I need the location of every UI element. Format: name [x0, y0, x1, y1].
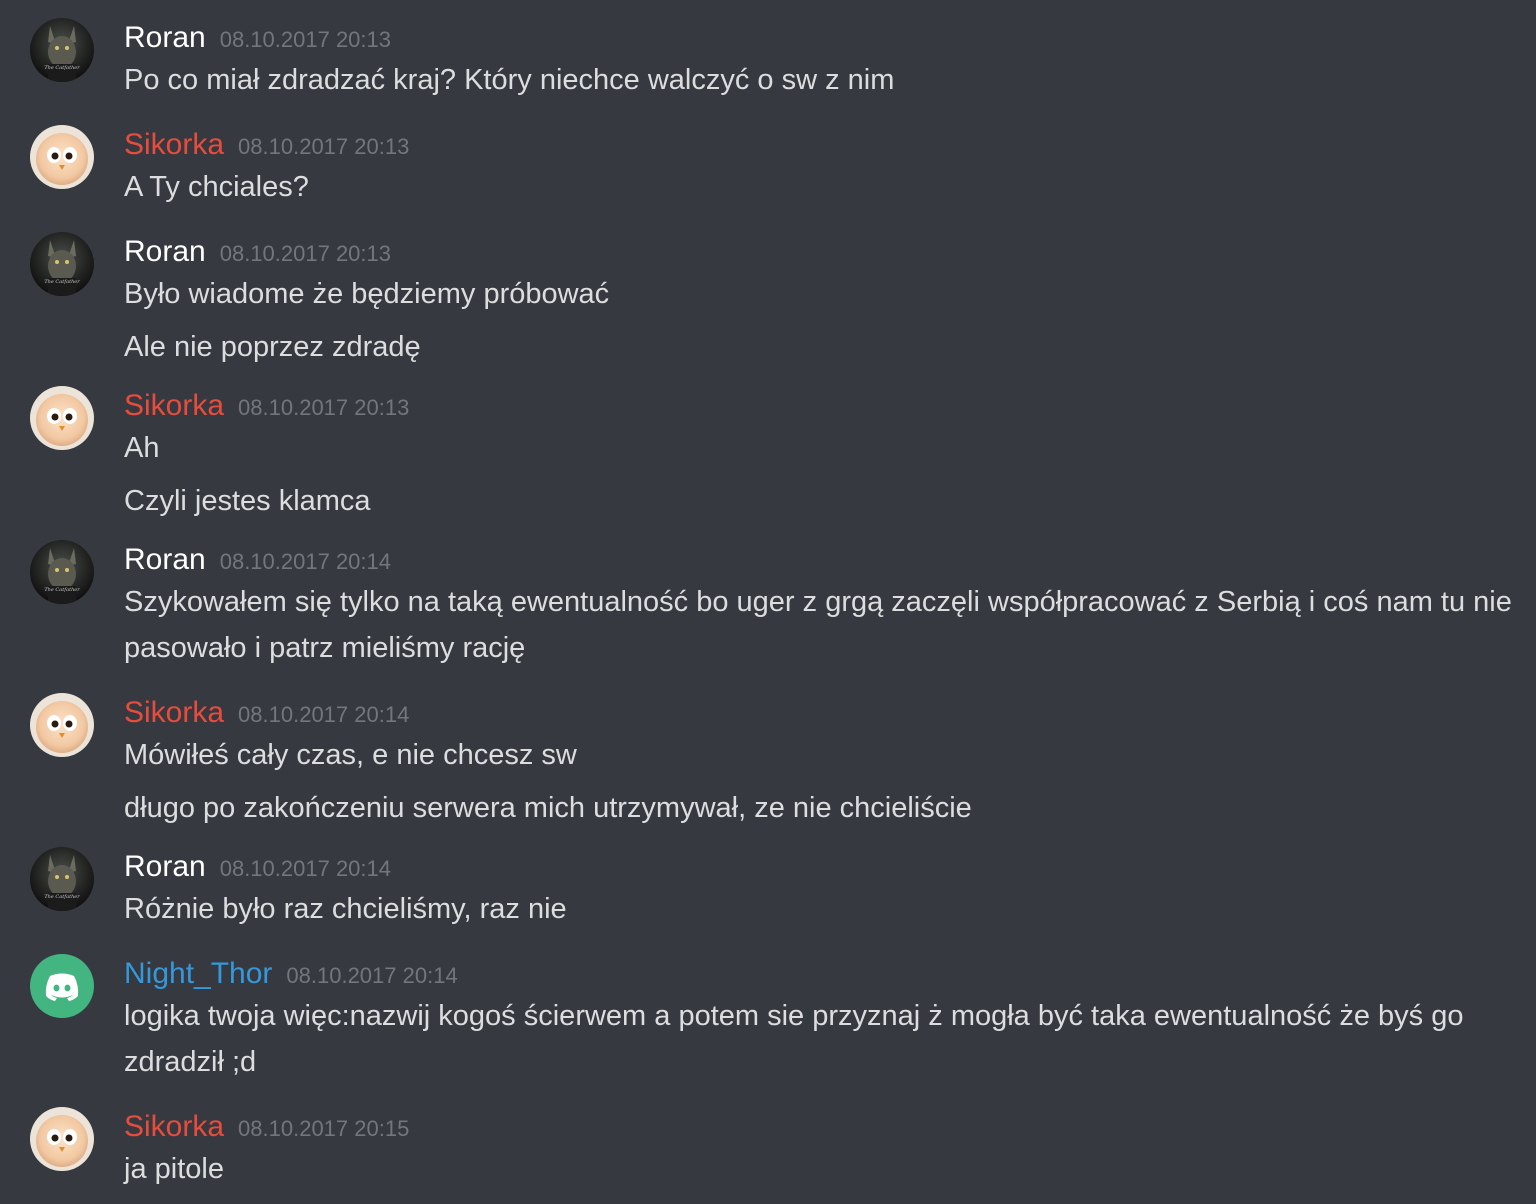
timestamp: 08.10.2017 20:13 — [219, 241, 391, 266]
bird-avatar[interactable] — [30, 125, 94, 189]
avatar-logo-text: The Catfather — [44, 279, 80, 285]
username[interactable]: Roran — [124, 232, 206, 272]
username[interactable]: Sikorka — [124, 386, 224, 426]
message-text: Ah — [124, 432, 160, 464]
message-header: Roran 08.10.2017 20:14 — [124, 540, 391, 580]
bird-avatar[interactable] — [30, 386, 94, 450]
message-header: Night_Thor 08.10.2017 20:14 — [124, 954, 458, 994]
username[interactable]: Sikorka — [124, 1107, 224, 1147]
message-text: Różnie było raz chcieliśmy, raz nie — [124, 893, 567, 925]
message-text: Mówiłeś cały czas, e nie chcesz sw — [124, 739, 577, 771]
discord-logo-avatar[interactable] — [30, 954, 94, 1018]
timestamp: 08.10.2017 20:13 — [238, 134, 410, 159]
timestamp: 08.10.2017 20:14 — [238, 702, 410, 727]
username[interactable]: Roran — [124, 18, 206, 58]
catfather-avatar[interactable]: The Catfather — [30, 18, 94, 82]
timestamp: 08.10.2017 20:13 — [219, 27, 391, 52]
username[interactable]: Sikorka — [124, 693, 224, 733]
timestamp: 08.10.2017 20:14 — [286, 963, 458, 988]
username[interactable]: Roran — [124, 540, 206, 580]
username[interactable]: Night_Thor — [124, 954, 272, 994]
username[interactable]: Sikorka — [124, 125, 224, 165]
timestamp: 08.10.2017 20:15 — [238, 1116, 410, 1141]
message-header: Sikorka 08.10.2017 20:15 — [124, 1107, 409, 1147]
avatar-logo-text: The Catfather — [44, 894, 80, 900]
bird-avatar[interactable] — [30, 693, 94, 757]
message-text: A Ty chciales? — [124, 171, 309, 203]
message-text: ja pitole — [124, 1153, 224, 1185]
catfather-avatar[interactable]: The Catfather — [30, 540, 94, 604]
message-text: długo po zakończeniu serwera mich utrzym… — [124, 792, 972, 824]
username[interactable]: Roran — [124, 847, 206, 887]
avatar-logo-text: The Catfather — [44, 65, 80, 71]
avatar-logo-text: The Catfather — [44, 587, 80, 593]
message-header: Sikorka 08.10.2017 20:13 — [124, 125, 409, 165]
message-text: logika twoja więc:nazwij kogoś ścierwem … — [124, 1000, 1464, 1078]
message-header: Roran 08.10.2017 20:14 — [124, 847, 391, 887]
message-text: Ale nie poprzez zdradę — [124, 331, 421, 363]
timestamp: 08.10.2017 20:14 — [219, 549, 391, 574]
bird-avatar[interactable] — [30, 1107, 94, 1171]
message-text: Po co miał zdradzać kraj? Który niechce … — [124, 64, 895, 96]
message-header: Roran 08.10.2017 20:13 — [124, 232, 391, 272]
message-header: Roran 08.10.2017 20:13 — [124, 18, 391, 58]
message-text: Szykowałem się tylko na taką ewentualnoś… — [124, 586, 1512, 664]
catfather-avatar[interactable]: The Catfather — [30, 232, 94, 296]
timestamp: 08.10.2017 20:14 — [219, 856, 391, 881]
catfather-avatar[interactable]: The Catfather — [30, 847, 94, 911]
message-text: Czyli jestes klamca — [124, 485, 371, 517]
message-text: Było wiadome że będziemy próbować — [124, 278, 610, 310]
message-header: Sikorka 08.10.2017 20:13 — [124, 386, 409, 426]
timestamp: 08.10.2017 20:13 — [238, 395, 410, 420]
message-header: Sikorka 08.10.2017 20:14 — [124, 693, 409, 733]
